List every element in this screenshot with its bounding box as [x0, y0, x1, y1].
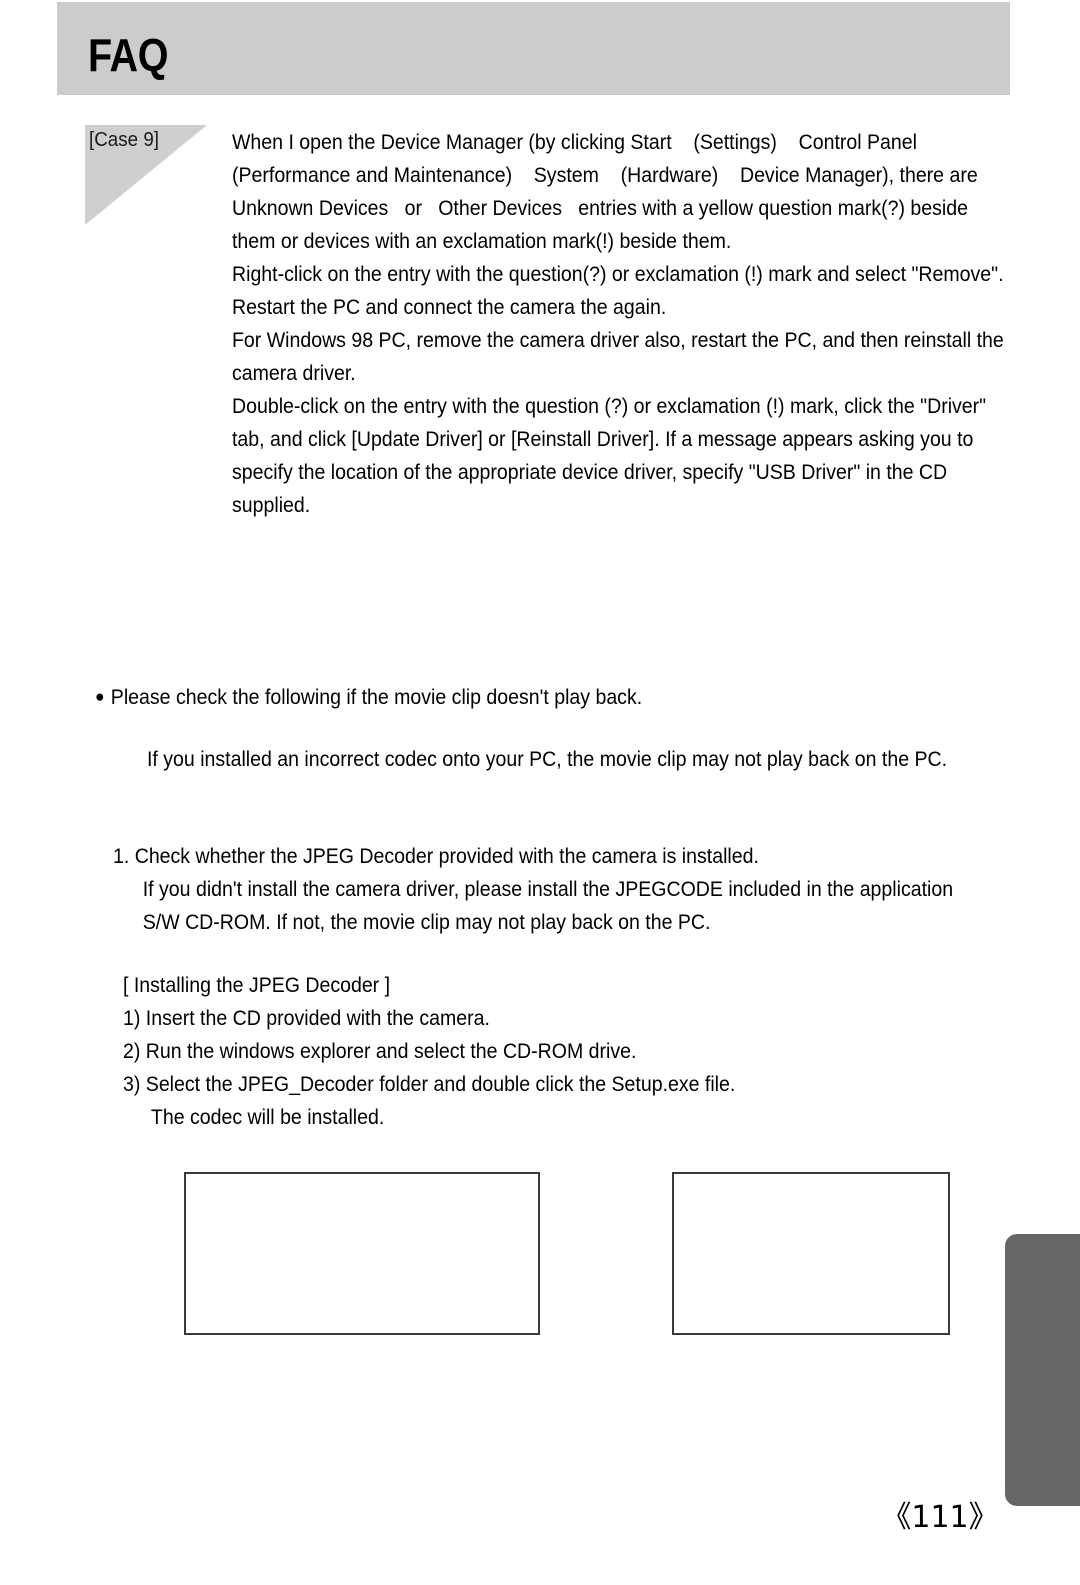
codec-note: If you installed an incorrect codec onto…: [147, 743, 1003, 776]
bullet-icon: ●: [95, 687, 105, 706]
page-number: 《111》: [881, 1500, 999, 1535]
codec-note-text: If you installed an incorrect codec onto…: [147, 748, 948, 771]
install-step-3: 3) Select the JPEG_Decoder folder and do…: [123, 1073, 736, 1096]
install-step-3-continuation: The codec will be installed.: [150, 1106, 385, 1129]
movie-bullet-heading: ● Please check the following if the movie…: [95, 680, 988, 714]
case-paragraph-4: Double-click on the entry with the quest…: [232, 395, 992, 517]
screenshot-box-right: [672, 1172, 950, 1335]
bullet-heading-text: Please check the following if the movie …: [110, 686, 643, 709]
bullet-row: ● Please check the following if the movie…: [95, 680, 988, 714]
install-heading: [ Installing the JPEG Decoder ]: [123, 974, 391, 997]
case-paragraph-3: For Windows 98 PC, remove the camera dri…: [232, 329, 1010, 385]
header-bar: [57, 2, 1010, 95]
install-step-2: 2) Run the windows explorer and select t…: [123, 1040, 637, 1063]
case-paragraph-1: When I open the Device Manager (by click…: [232, 131, 994, 253]
case-label: [Case 9]: [89, 129, 160, 151]
page-edge-tab: [1005, 1234, 1080, 1506]
case-body-text: When I open the Device Manager (by click…: [232, 126, 1004, 522]
numbered-item-1-subtext: If you didn't install the camera driver,…: [142, 878, 959, 934]
screenshot-box-left: [184, 1172, 540, 1335]
document-page: FAQ [Case 9] When I open the Device Mana…: [0, 0, 1080, 1585]
install-instructions: [ Installing the JPEG Decoder ] 1) Inser…: [123, 969, 988, 1134]
page-title: FAQ: [88, 29, 169, 81]
install-step-1: 1) Insert the CD provided with the camer…: [123, 1007, 490, 1030]
numbered-item-1-text: 1. Check whether the JPEG Decoder provid…: [113, 845, 759, 868]
case-paragraph-2: Right-click on the entry with the questi…: [232, 263, 1009, 319]
numbered-item-1: 1. Check whether the JPEG Decoder provid…: [113, 840, 987, 939]
